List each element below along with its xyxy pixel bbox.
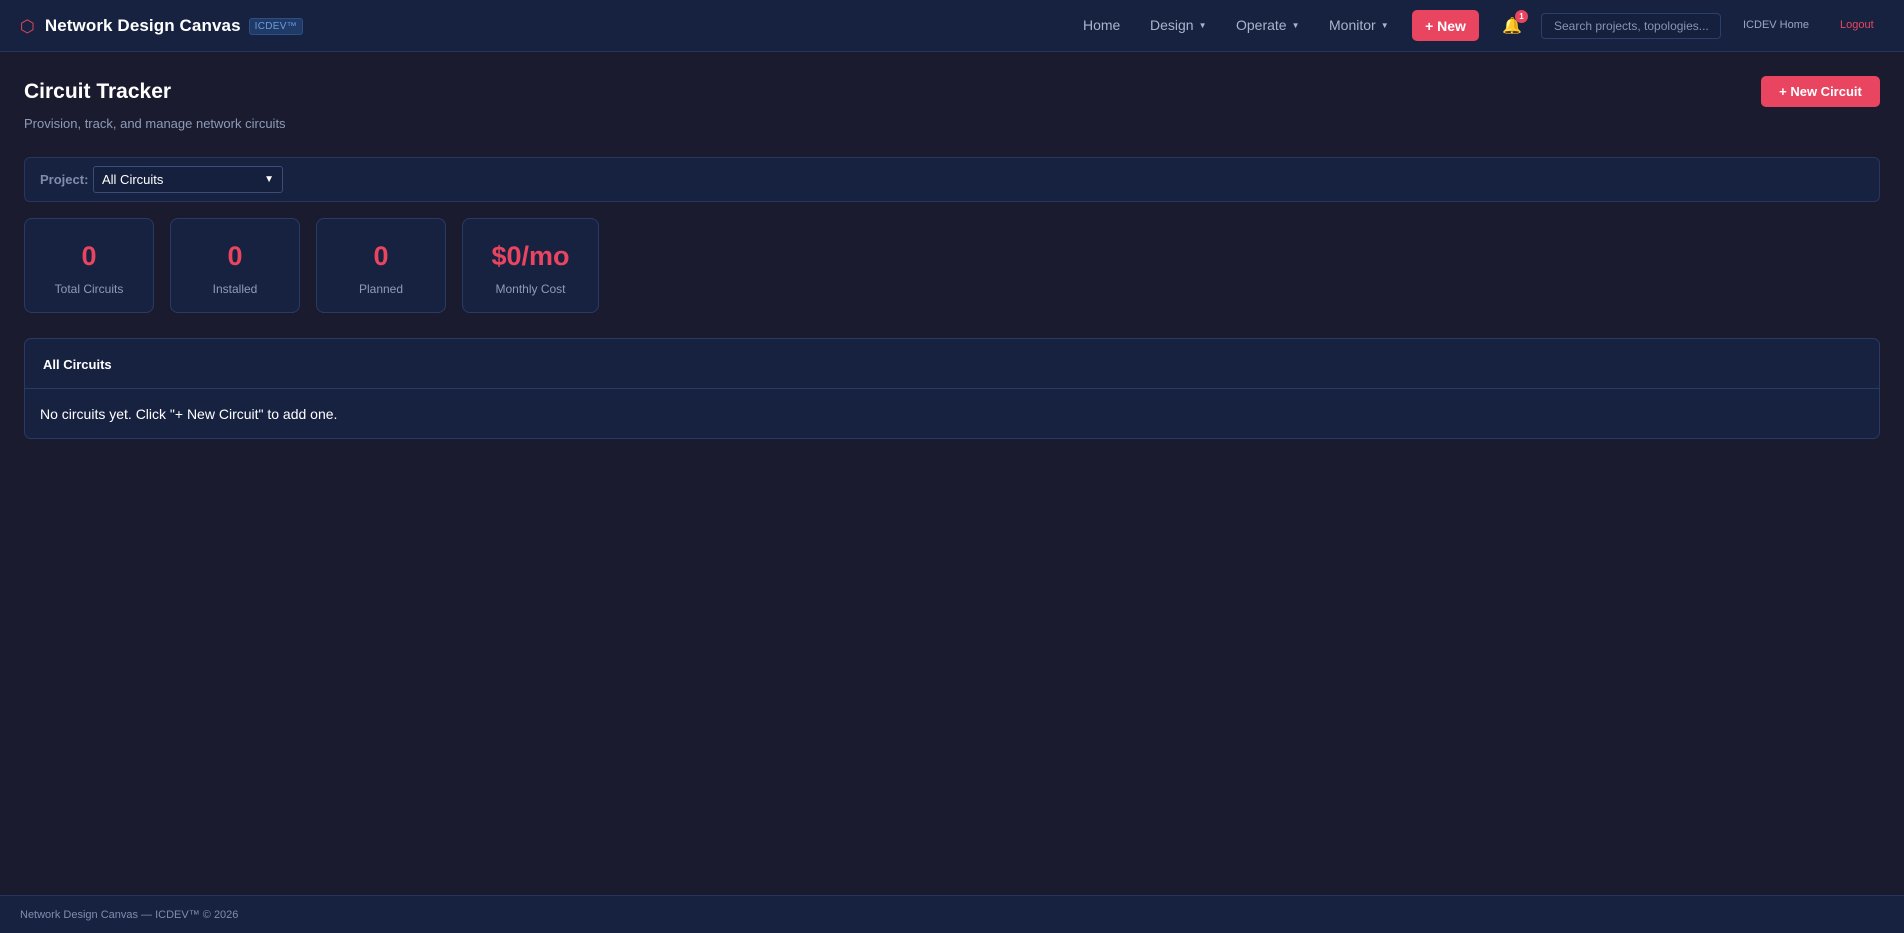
hexagon-icon: ⬡ [20, 16, 35, 36]
stat-card-monthly-cost: $0/mo Monthly Cost [462, 218, 599, 313]
project-filter-bar: Project: All Circuits ▼ [24, 157, 1880, 202]
nav-monitor-label: Monitor [1329, 17, 1376, 33]
footer-text: Network Design Canvas — ICDEV™ © 2026 [20, 909, 239, 921]
stat-label: Planned [358, 282, 404, 296]
logout-link[interactable]: Logout [1840, 19, 1874, 31]
search-input[interactable] [1541, 13, 1721, 39]
project-filter-label: Project: [40, 172, 89, 187]
stat-card-planned: 0 Planned [316, 218, 446, 313]
all-circuits-panel: All Circuits No circuits yet. Click "+ N… [24, 338, 1880, 439]
caret-down-icon: ▼ [1291, 21, 1300, 30]
nav-design-label: Design [1150, 17, 1194, 33]
new-button[interactable]: + New [1412, 10, 1479, 41]
stat-card-installed: 0 Installed [170, 218, 300, 313]
empty-state-message: No circuits yet. Click "+ New Circuit" t… [40, 406, 338, 422]
nav-design[interactable]: Design ▼ [1150, 17, 1207, 33]
project-select[interactable]: All Circuits ▼ [93, 166, 283, 193]
footer: Network Design Canvas — ICDEV™ © 2026 [0, 895, 1904, 933]
page-title: Circuit Tracker [24, 80, 172, 103]
stat-value: 0 [227, 241, 243, 271]
stat-card-total-circuits: 0 Total Circuits [24, 218, 154, 313]
icdev-home-link[interactable]: ICDEV Home [1743, 19, 1809, 31]
project-select-value: All Circuits [102, 172, 164, 187]
brand-title: Network Design Canvas [44, 16, 241, 35]
new-circuit-button[interactable]: + New Circuit [1761, 76, 1880, 107]
chevron-down-icon: ▼ [264, 174, 274, 185]
brand[interactable]: ⬡ Network Design Canvas ICDEV™ [20, 0, 303, 52]
stat-value: $0/mo [491, 241, 570, 271]
stat-value: 0 [81, 241, 97, 271]
stat-value: 0 [373, 241, 389, 271]
nav-operate[interactable]: Operate ▼ [1236, 17, 1300, 33]
caret-down-icon: ▼ [1198, 21, 1207, 30]
stat-label: Total Circuits [54, 282, 124, 296]
nav-monitor[interactable]: Monitor ▼ [1329, 17, 1389, 33]
stat-label: Installed [212, 282, 258, 296]
notification-badge: 1 [1515, 10, 1528, 23]
nav-operate-label: Operate [1236, 17, 1287, 33]
page-subtitle: Provision, track, and manage network cir… [24, 116, 286, 131]
stat-label: Monthly Cost [495, 282, 566, 296]
brand-badge: ICDEV™ [248, 17, 303, 35]
panel-title: All Circuits [25, 339, 1879, 389]
top-navbar: ⬡ Network Design Canvas ICDEV™ Home Desi… [0, 0, 1904, 52]
nav-home[interactable]: Home [1083, 17, 1120, 33]
caret-down-icon: ▼ [1380, 21, 1389, 30]
